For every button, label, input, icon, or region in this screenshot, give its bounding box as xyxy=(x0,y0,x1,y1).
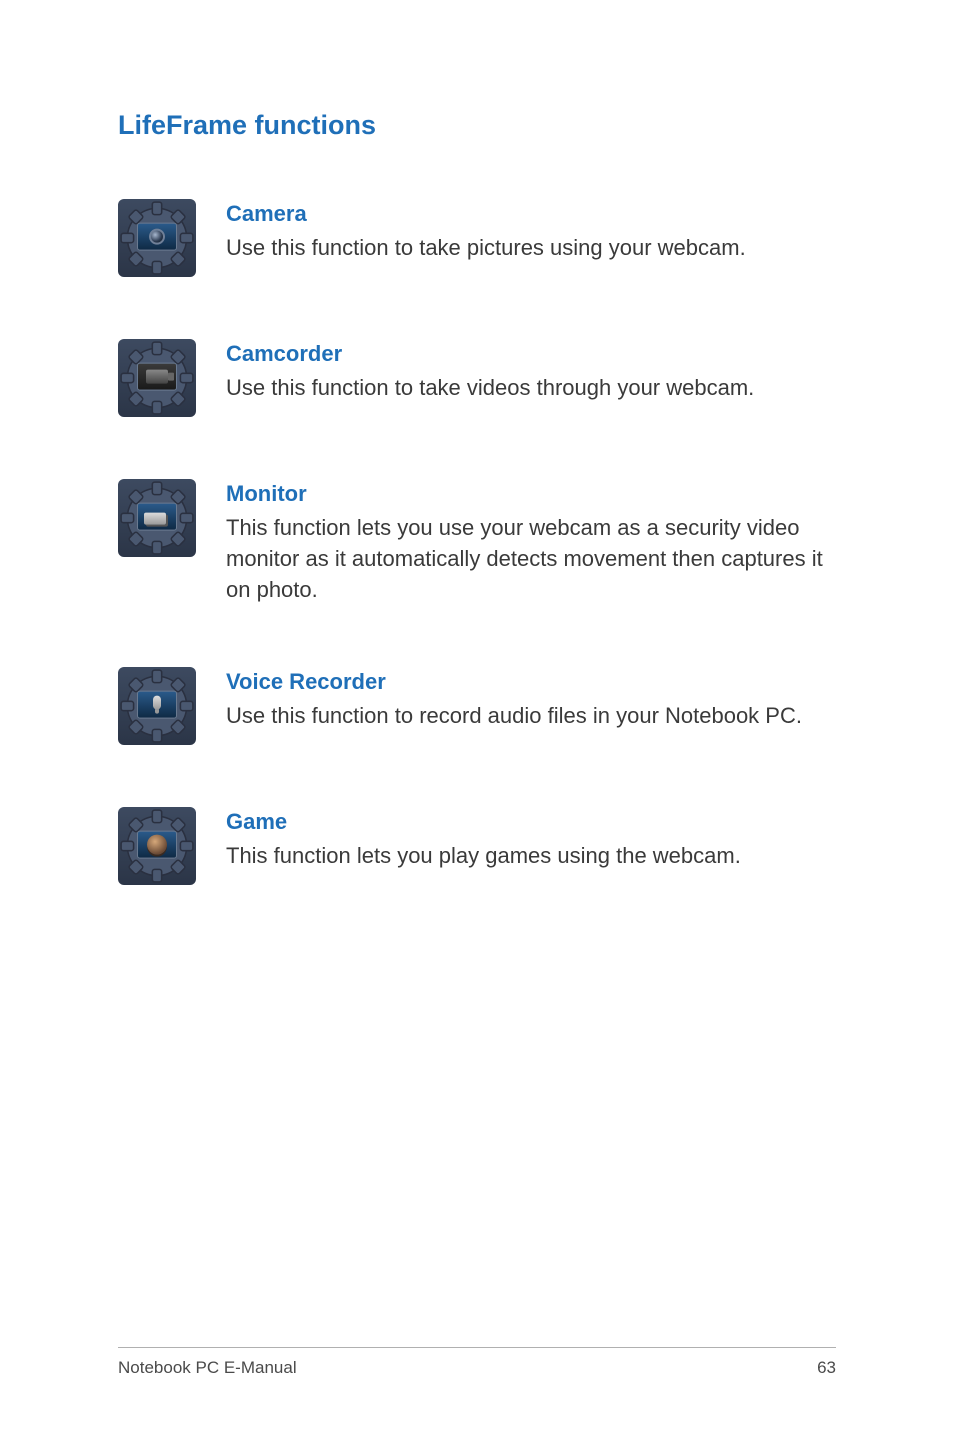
item-description: This function lets you use your webcam a… xyxy=(226,513,836,605)
function-item-camcorder: Camcorder Use this function to take vide… xyxy=(118,339,836,417)
item-description: This function lets you play games using … xyxy=(226,841,836,872)
camcorder-icon xyxy=(118,339,196,417)
monitor-icon xyxy=(118,479,196,557)
page-footer: Notebook PC E-Manual 63 xyxy=(118,1347,836,1378)
item-title: Voice Recorder xyxy=(226,669,836,695)
footer-title: Notebook PC E-Manual xyxy=(118,1358,297,1378)
page-content: LifeFrame functions Camera Use this func… xyxy=(0,0,954,885)
camera-icon xyxy=(118,199,196,277)
game-icon xyxy=(118,807,196,885)
function-item-game: Game This function lets you play games u… xyxy=(118,807,836,885)
function-item-monitor: Monitor This function lets you use your … xyxy=(118,479,836,605)
voice-recorder-icon xyxy=(118,667,196,745)
function-item-voice-recorder: Voice Recorder Use this function to reco… xyxy=(118,667,836,745)
item-title: Monitor xyxy=(226,481,836,507)
item-title: Camcorder xyxy=(226,341,836,367)
item-description: Use this function to record audio files … xyxy=(226,701,836,732)
section-heading: LifeFrame functions xyxy=(118,110,836,141)
item-description: Use this function to take pictures using… xyxy=(226,233,836,264)
function-item-camera: Camera Use this function to take picture… xyxy=(118,199,836,277)
item-description: Use this function to take videos through… xyxy=(226,373,836,404)
page-number: 63 xyxy=(817,1358,836,1378)
item-title: Game xyxy=(226,809,836,835)
item-title: Camera xyxy=(226,201,836,227)
